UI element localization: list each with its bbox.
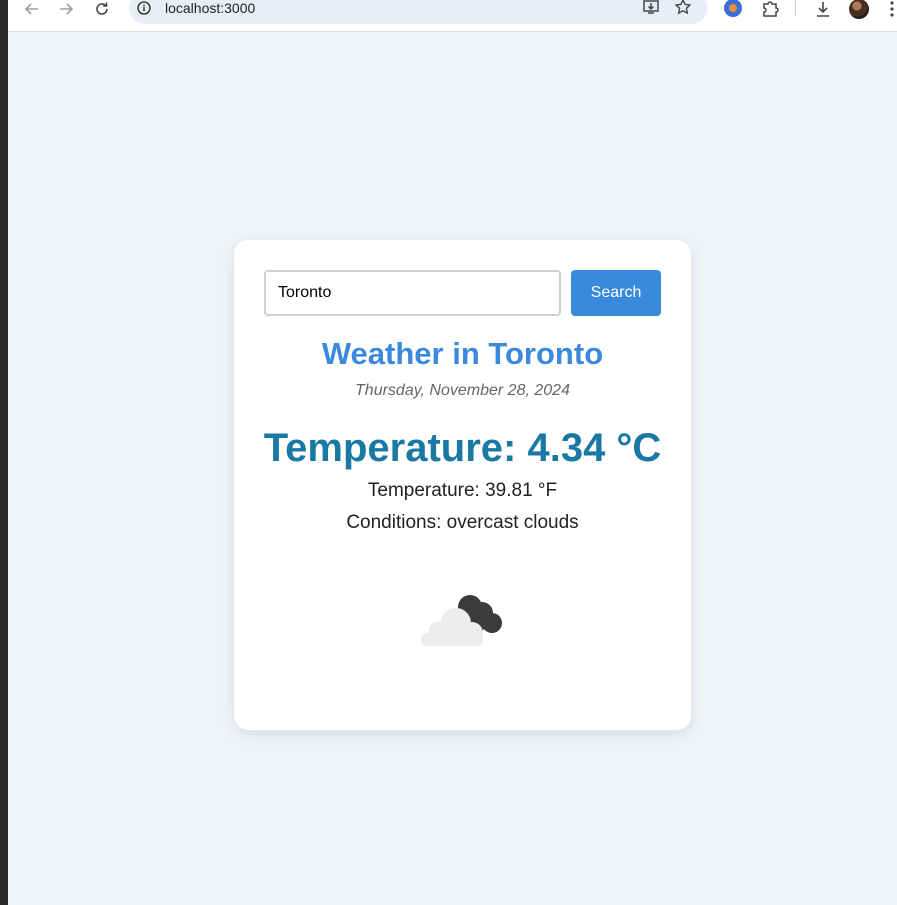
url-text[interactable]: localhost:3000	[165, 0, 255, 16]
overcast-clouds-icon	[421, 595, 502, 646]
more-menu-icon[interactable]	[887, 0, 897, 18]
browser-toolbar: localhost:3000	[8, 0, 897, 32]
install-app-icon[interactable]	[642, 0, 660, 16]
search-button[interactable]: Search	[571, 270, 661, 316]
extensions-puzzle-icon[interactable]	[760, 0, 780, 18]
city-search-input[interactable]	[264, 270, 561, 316]
weather-title: Weather in Toronto	[321, 336, 604, 371]
profile-avatar[interactable]	[849, 0, 869, 19]
temperature-celsius: Temperature: 4.34 °C	[263, 426, 662, 470]
site-info-icon[interactable]	[137, 1, 151, 15]
weather-card: Search Weather in Toronto Thursday, Nove…	[234, 240, 691, 730]
toolbar-divider	[795, 0, 796, 16]
weather-date: Thursday, November 28, 2024	[355, 382, 570, 399]
temperature-fahrenheit: Temperature: 39.81 °F	[367, 480, 558, 501]
address-bar[interactable]: localhost:3000	[129, 0, 707, 24]
window-edge	[0, 0, 8, 905]
bookmark-star-icon[interactable]	[674, 0, 692, 16]
reload-icon[interactable]	[90, 0, 114, 18]
extension-icon[interactable]	[724, 0, 742, 17]
back-arrow-icon[interactable]	[20, 0, 44, 18]
weather-conditions: Conditions: overcast clouds	[346, 512, 579, 533]
forward-arrow-icon[interactable]	[54, 0, 78, 18]
download-icon[interactable]	[813, 0, 833, 18]
